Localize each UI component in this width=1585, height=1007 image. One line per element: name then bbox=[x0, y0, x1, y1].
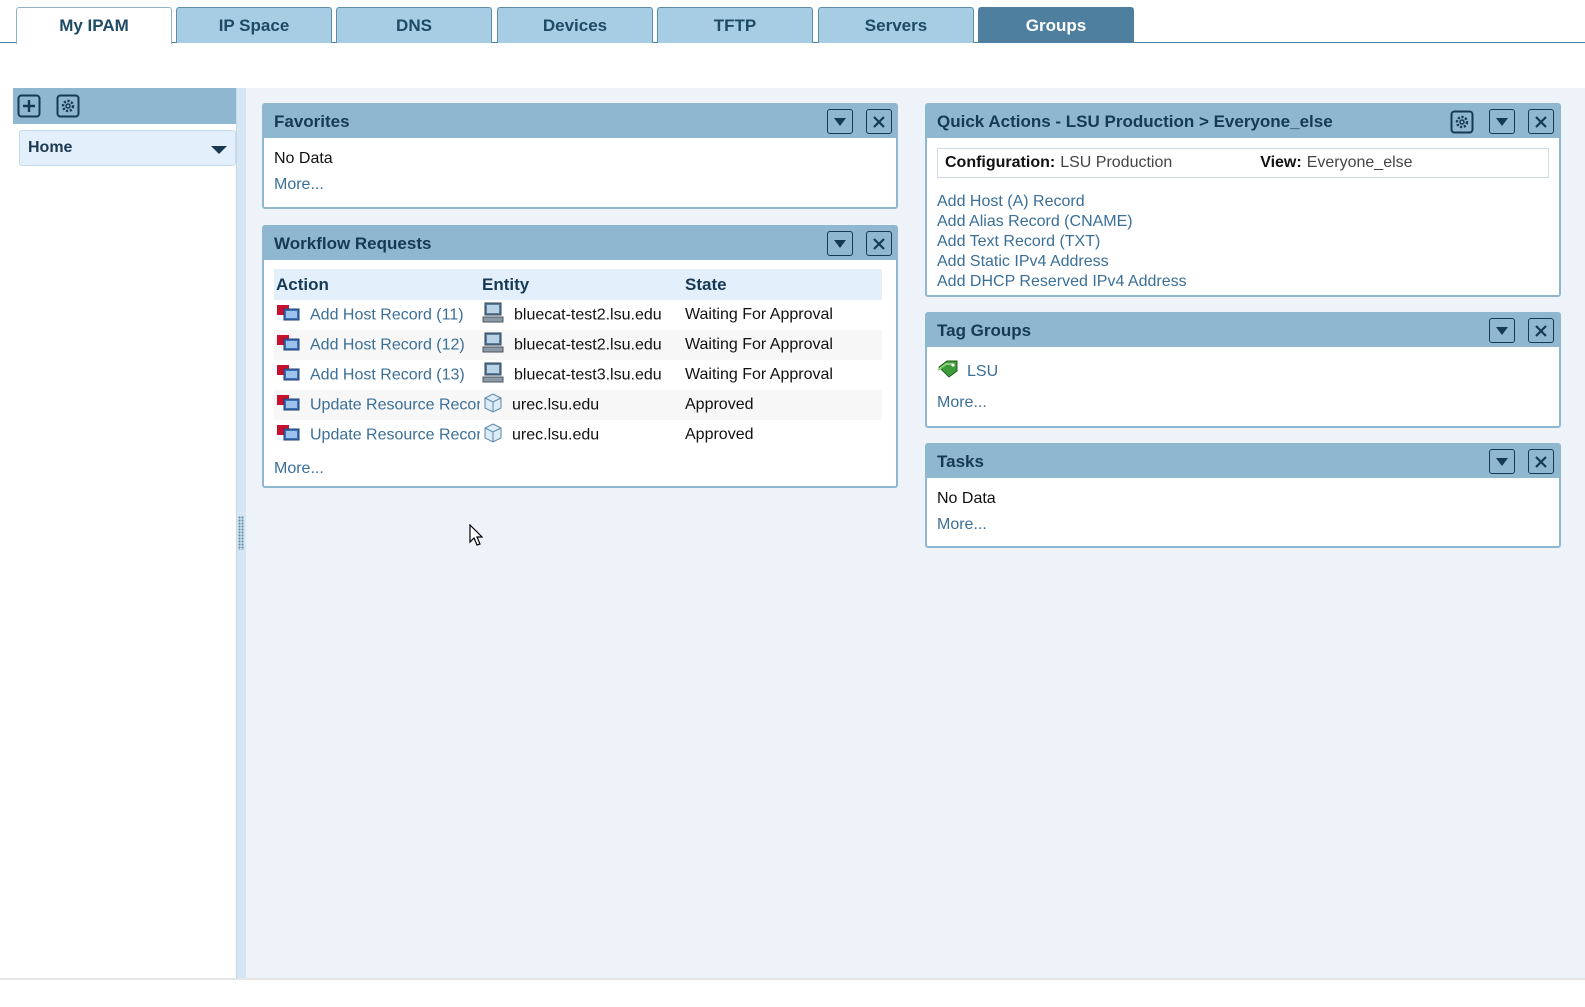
close-button[interactable] bbox=[1528, 109, 1554, 134]
workflow-state: Approved bbox=[683, 390, 882, 420]
tag-icon bbox=[937, 359, 959, 384]
table-row[interactable]: Add Host Record (13) bluecat-test3.lsu.e… bbox=[274, 360, 882, 390]
computer-icon bbox=[482, 302, 506, 329]
tasks-title: Tasks bbox=[937, 451, 984, 471]
collapse-button[interactable] bbox=[1489, 318, 1515, 343]
tag-groups-widget: Tag Groups LSU More... bbox=[925, 312, 1561, 428]
drag-handle-icon[interactable] bbox=[238, 516, 244, 550]
workflow-state: Waiting For Approval bbox=[685, 366, 833, 383]
tasks-more-link[interactable]: More... bbox=[937, 516, 1549, 534]
tab-groups[interactable]: Groups bbox=[978, 7, 1134, 43]
add-icon[interactable] bbox=[16, 93, 42, 119]
workflow-entity: urec.lsu.edu bbox=[512, 396, 600, 414]
favorites-empty-text: No Data bbox=[274, 150, 333, 167]
workflow-request-icon bbox=[276, 393, 302, 418]
workflow-entity: bluecat-test2.lsu.edu bbox=[514, 306, 662, 324]
workflow-state: Waiting For Approval bbox=[683, 330, 882, 360]
context-info-box: Configuration: LSU Production View: Ever… bbox=[937, 148, 1549, 178]
favorites-title: Favorites bbox=[274, 111, 350, 131]
tab-devices[interactable]: Devices bbox=[497, 7, 653, 43]
tab-tftp[interactable]: TFTP bbox=[657, 7, 813, 43]
column-header-state[interactable]: State bbox=[683, 269, 882, 300]
tag-group-link[interactable]: LSU bbox=[967, 363, 998, 381]
table-row[interactable]: Update Resource Record urec.lsu.edu Appr… bbox=[274, 420, 882, 450]
workflow-entity: urec.lsu.edu bbox=[512, 426, 600, 444]
left-sidebar: Home bbox=[0, 88, 236, 978]
tasks-widget: Tasks No Data More... bbox=[925, 443, 1561, 548]
close-button[interactable] bbox=[866, 109, 892, 134]
footer-divider bbox=[0, 978, 1585, 980]
view-value: Everyone_else bbox=[1306, 154, 1413, 171]
close-button[interactable] bbox=[866, 231, 892, 256]
main-tab-bar: My IPAM IP Space DNS Devices TFTP Server… bbox=[0, 0, 1585, 44]
home-dropdown-label: Home bbox=[28, 139, 73, 156]
close-button[interactable] bbox=[1528, 449, 1554, 474]
chevron-down-icon bbox=[211, 146, 227, 154]
tag-groups-title: Tag Groups bbox=[937, 320, 1032, 340]
workflow-entity: bluecat-test2.lsu.edu bbox=[514, 336, 662, 354]
quick-action-links: Add Host (A) Record Add Alias Record (CN… bbox=[937, 192, 1549, 291]
computer-icon bbox=[482, 332, 506, 359]
workflow-action-link[interactable]: Add Host Record (12) bbox=[310, 336, 465, 353]
workflow-action-link[interactable]: Add Host Record (13) bbox=[310, 366, 465, 383]
workflow-request-icon bbox=[276, 333, 302, 358]
favorites-widget: Favorites No Data More... bbox=[262, 103, 898, 209]
workflow-request-icon bbox=[276, 363, 302, 388]
workflow-entity: bluecat-test3.lsu.edu bbox=[514, 366, 662, 384]
settings-gear-icon[interactable] bbox=[1449, 109, 1475, 134]
tab-dns[interactable]: DNS bbox=[336, 7, 492, 43]
sidebar-toolbar bbox=[13, 88, 236, 124]
collapse-button[interactable] bbox=[1489, 449, 1515, 474]
workflow-action-link[interactable]: Update Resource Record bbox=[310, 426, 480, 443]
add-static-ipv4-link[interactable]: Add Static IPv4 Address bbox=[937, 252, 1549, 271]
quick-actions-header: Quick Actions - LSU Production > Everyon… bbox=[927, 105, 1559, 138]
column-header-action[interactable]: Action bbox=[274, 269, 480, 300]
tab-ip-space[interactable]: IP Space bbox=[176, 7, 332, 43]
workflow-action-link[interactable]: Add Host Record (11) bbox=[310, 306, 464, 323]
workflow-state: Approved bbox=[685, 426, 754, 443]
close-button[interactable] bbox=[1528, 318, 1554, 343]
tag-group-item[interactable]: LSU bbox=[937, 359, 1549, 384]
quick-actions-widget: Quick Actions - LSU Production > Everyon… bbox=[925, 103, 1561, 297]
workflow-title: Workflow Requests bbox=[274, 233, 432, 253]
collapse-button[interactable] bbox=[827, 231, 853, 256]
tab-servers[interactable]: Servers bbox=[818, 7, 974, 43]
workflow-state: Waiting For Approval bbox=[685, 306, 833, 323]
cube-icon bbox=[482, 422, 504, 449]
add-alias-record-link[interactable]: Add Alias Record (CNAME) bbox=[937, 212, 1549, 231]
view-label: View: bbox=[1260, 154, 1302, 171]
configuration-value: LSU Production bbox=[1060, 154, 1173, 171]
cube-icon bbox=[482, 392, 504, 419]
mouse-cursor-icon bbox=[469, 523, 484, 551]
gear-icon[interactable] bbox=[55, 93, 81, 119]
quick-actions-title: Quick Actions - LSU Production > Everyon… bbox=[937, 111, 1333, 131]
workflow-table: Action Entity State Add Host Record (11)… bbox=[274, 269, 882, 450]
collapse-button[interactable] bbox=[1489, 109, 1515, 134]
workflow-action-link[interactable]: Update Resource Record bbox=[310, 396, 480, 413]
tasks-empty-text: No Data bbox=[937, 490, 996, 507]
add-text-record-link[interactable]: Add Text Record (TXT) bbox=[937, 232, 1549, 251]
sidebar-splitter[interactable] bbox=[236, 88, 246, 978]
configuration-label: Configuration: bbox=[945, 154, 1056, 171]
tag-groups-header: Tag Groups bbox=[927, 314, 1559, 347]
workflow-requests-widget: Workflow Requests Action Entity State Ad… bbox=[262, 225, 898, 488]
table-row[interactable]: Update Resource Record urec.lsu.edu Appr… bbox=[274, 390, 882, 420]
tab-my-ipam[interactable]: My IPAM bbox=[16, 7, 172, 44]
collapse-button[interactable] bbox=[827, 109, 853, 134]
workflow-more-link[interactable]: More... bbox=[274, 460, 886, 478]
tasks-header: Tasks bbox=[927, 445, 1559, 478]
tag-groups-more-link[interactable]: More... bbox=[937, 394, 1549, 412]
workflow-header: Workflow Requests bbox=[264, 227, 896, 260]
table-row[interactable]: Add Host Record (11) bluecat-test2.lsu.e… bbox=[274, 300, 882, 330]
favorites-more-link[interactable]: More... bbox=[274, 176, 886, 194]
home-dropdown[interactable]: Home bbox=[19, 130, 236, 166]
favorites-header: Favorites bbox=[264, 105, 896, 138]
table-row[interactable]: Add Host Record (12) bluecat-test2.lsu.e… bbox=[274, 330, 882, 360]
workflow-request-icon bbox=[276, 303, 302, 328]
column-header-entity[interactable]: Entity bbox=[480, 269, 683, 300]
add-host-record-link[interactable]: Add Host (A) Record bbox=[937, 192, 1549, 211]
computer-icon bbox=[482, 362, 506, 389]
workflow-request-icon bbox=[276, 423, 302, 448]
add-dhcp-reserved-ipv4-link[interactable]: Add DHCP Reserved IPv4 Address bbox=[937, 272, 1549, 291]
